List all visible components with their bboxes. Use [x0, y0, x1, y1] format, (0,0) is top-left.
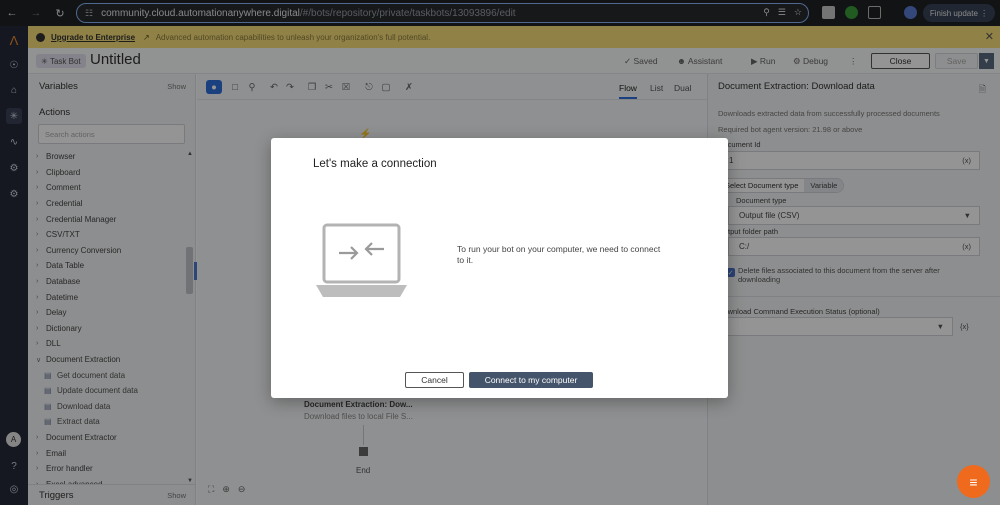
connection-dialog: Let's make a connection To run your bot …	[271, 138, 728, 398]
laptop-connection-icon	[316, 223, 407, 297]
dialog-message: To run your bot on your computer, we nee…	[457, 244, 661, 265]
cancel-button[interactable]: Cancel	[405, 372, 464, 388]
dialog-title: Let's make a connection	[313, 158, 437, 170]
help-assistant-button[interactable]: ≡	[957, 465, 990, 498]
connect-to-my-computer-button[interactable]: Connect to my computer	[469, 372, 593, 388]
help-assistant-icon: ≡	[969, 473, 978, 490]
